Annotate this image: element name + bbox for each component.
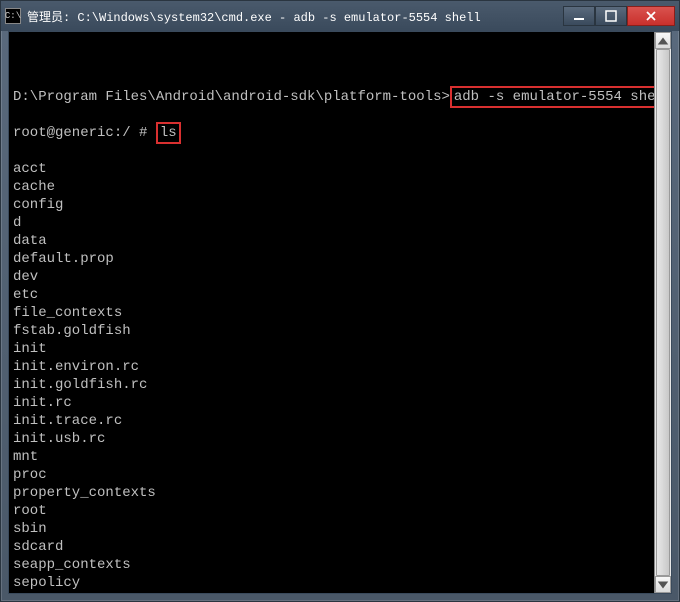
titlebar[interactable]: C:\ 管理员: C:\Windows\system32\cmd.exe - a… — [1, 1, 679, 31]
window-title: 管理员: C:\Windows\system32\cmd.exe - adb -… — [27, 8, 563, 25]
maximize-icon — [605, 10, 617, 22]
scroll-up-button[interactable] — [655, 32, 671, 49]
ls-entry: sepolicy — [13, 574, 650, 592]
client-area: D:\Program Files\Android\android-sdk\pla… — [8, 31, 672, 594]
ls-listing: acctcacheconfigddatadefault.propdevetcfi… — [13, 160, 650, 593]
maximize-button[interactable] — [595, 6, 627, 26]
ls-entry: init.rc — [13, 394, 650, 412]
highlight-cmd-2: ls — [156, 122, 181, 144]
prompt-line-1: D:\Program Files\Android\android-sdk\pla… — [13, 88, 650, 106]
cmd-icon: C:\ — [5, 8, 21, 24]
ls-entry: data — [13, 232, 650, 250]
terminal-viewport[interactable]: D:\Program Files\Android\android-sdk\pla… — [9, 32, 654, 593]
shell-prompt: root@generic:/ # — [13, 125, 156, 141]
ls-entry: init.trace.rc — [13, 412, 650, 430]
chevron-up-icon — [656, 34, 670, 48]
minimize-icon — [573, 10, 585, 22]
ls-entry: mnt — [13, 448, 650, 466]
ls-entry: init.usb.rc — [13, 430, 650, 448]
ls-entry: default.prop — [13, 250, 650, 268]
ls-entry: cache — [13, 178, 650, 196]
prompt-path: D:\Program Files\Android\android-sdk\pla… — [13, 89, 450, 105]
window-controls — [563, 6, 675, 26]
ls-entry: proc — [13, 466, 650, 484]
ls-entry: etc — [13, 286, 650, 304]
ls-entry: init.goldfish.rc — [13, 376, 650, 394]
blank-line — [13, 52, 650, 70]
ls-entry: acct — [13, 160, 650, 178]
scrollbar-track[interactable] — [655, 49, 671, 576]
terminal-output: D:\Program Files\Android\android-sdk\pla… — [9, 32, 654, 593]
ls-entry: fstab.goldfish — [13, 322, 650, 340]
ls-entry: sbin — [13, 520, 650, 538]
ls-entry: storage — [13, 592, 650, 593]
scroll-down-button[interactable] — [655, 576, 671, 593]
chevron-down-icon — [656, 578, 670, 592]
ls-entry: init.environ.rc — [13, 358, 650, 376]
ls-entry: property_contexts — [13, 484, 650, 502]
ls-entry: seapp_contexts — [13, 556, 650, 574]
prompt-line-2: root@generic:/ # ls — [13, 124, 650, 142]
close-button[interactable] — [627, 6, 675, 26]
ls-entry: init — [13, 340, 650, 358]
vertical-scrollbar[interactable] — [654, 32, 671, 593]
cmd-window: C:\ 管理员: C:\Windows\system32\cmd.exe - a… — [0, 0, 680, 602]
scrollbar-thumb[interactable] — [656, 49, 670, 576]
close-icon — [645, 10, 657, 22]
ls-entry: file_contexts — [13, 304, 650, 322]
highlight-cmd-1: adb -s emulator-5554 shell — [450, 86, 654, 108]
ls-entry: config — [13, 196, 650, 214]
ls-entry: root — [13, 502, 650, 520]
minimize-button[interactable] — [563, 6, 595, 26]
ls-entry: sdcard — [13, 538, 650, 556]
ls-entry: dev — [13, 268, 650, 286]
ls-entry: d — [13, 214, 650, 232]
